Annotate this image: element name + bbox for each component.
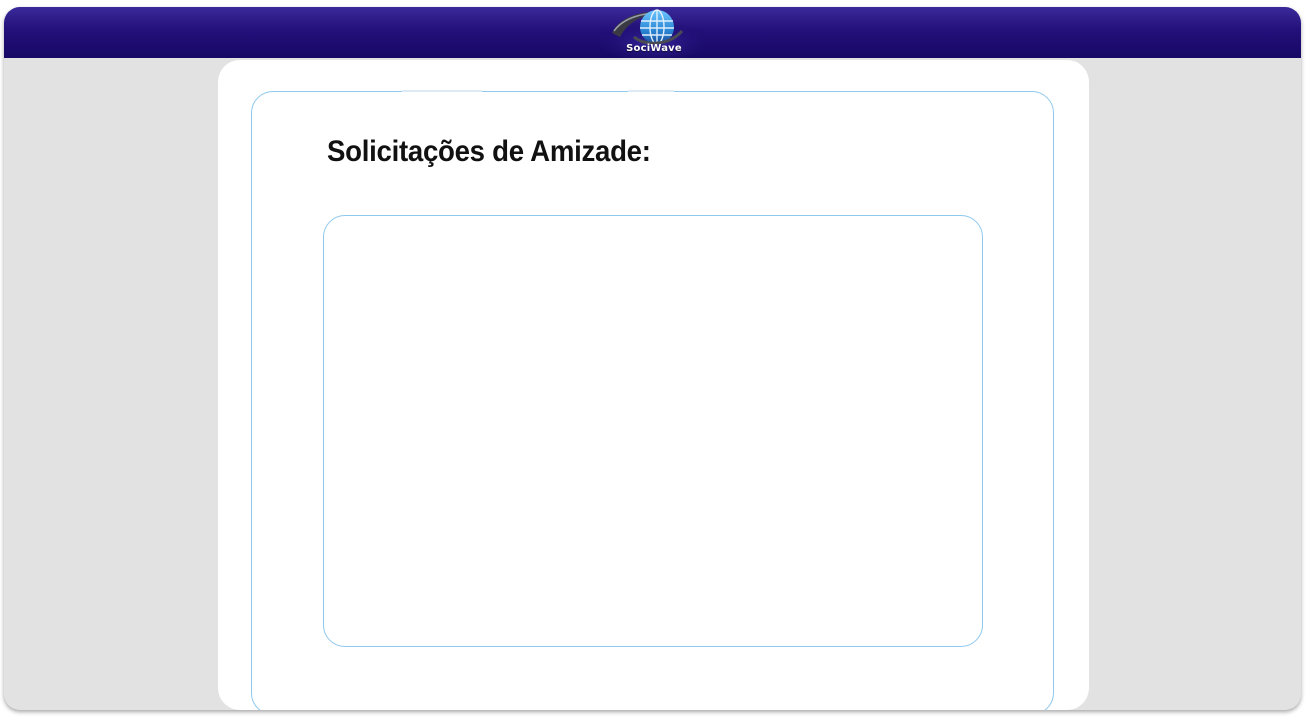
top-header-bar: SociWave xyxy=(4,7,1301,58)
page-title: Solicitações de Amizade: xyxy=(327,135,651,168)
friend-requests-list[interactable] xyxy=(323,215,983,647)
logo-wordmark: SociWave xyxy=(626,43,682,54)
tab-indicator xyxy=(402,88,482,94)
tab-indicator xyxy=(628,88,674,94)
app-window: SociWave Solicitações de Amizade: xyxy=(4,7,1301,710)
content-card: Solicitações de Amizade: xyxy=(218,60,1089,710)
sociwave-logo[interactable]: SociWave xyxy=(598,7,710,58)
tab-indicator-line xyxy=(628,90,674,92)
friend-requests-panel: Solicitações de Amizade: xyxy=(251,88,1054,710)
tab-indicator-line xyxy=(402,90,482,92)
